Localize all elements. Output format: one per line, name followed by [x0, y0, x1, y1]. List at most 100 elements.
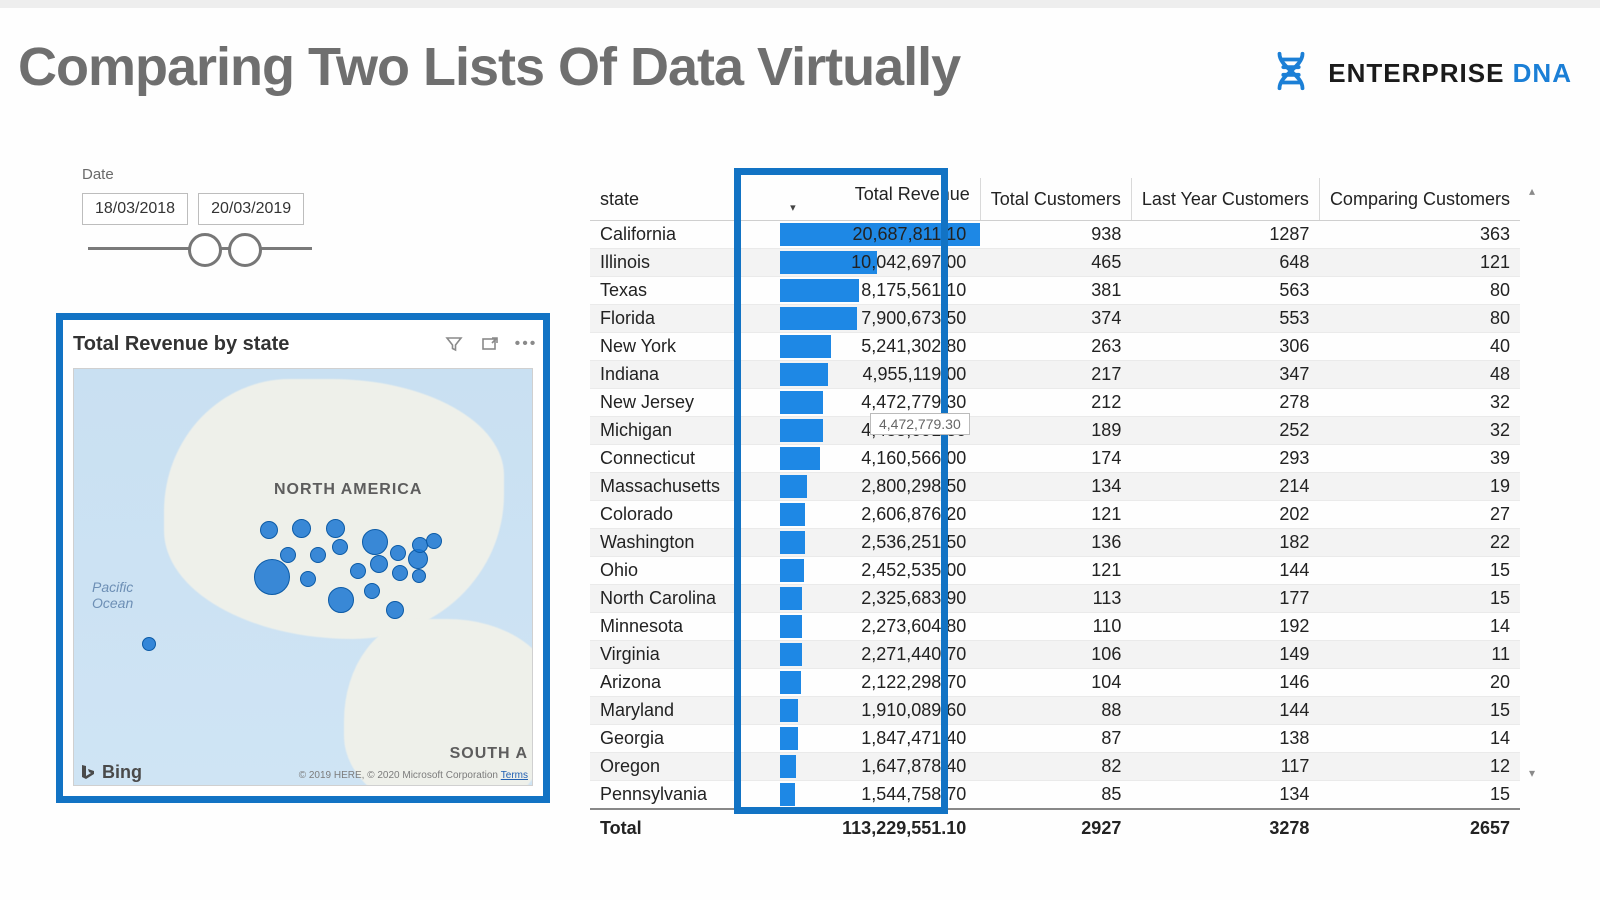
table-row[interactable]: Minnesota2,273,604.8011019214	[590, 613, 1520, 641]
col-header-comparing-customers[interactable]: Comparing Customers	[1319, 178, 1520, 221]
cell-comparing-customers: 80	[1319, 305, 1520, 333]
map-bubble[interactable]	[426, 533, 442, 549]
col-header-state[interactable]: state	[590, 178, 780, 221]
map-bubble[interactable]	[328, 587, 354, 613]
map-bubble[interactable]	[254, 559, 290, 595]
date-start-input[interactable]: 18/03/2018	[82, 193, 188, 225]
more-options-icon[interactable]: •••	[515, 333, 537, 355]
map-bubble[interactable]	[326, 519, 345, 538]
cell-state: Arizona	[590, 669, 780, 697]
cell-revenue: 4,955,119.00	[780, 361, 980, 389]
col-header-total-customers[interactable]: Total Customers	[980, 178, 1131, 221]
cell-comparing-customers: 11	[1319, 641, 1520, 669]
cell-total-customers: 110	[980, 613, 1131, 641]
cell-state: Michigan	[590, 417, 780, 445]
brand-text: ENTERPRISE DNA	[1328, 58, 1572, 89]
table-row[interactable]: Illinois10,042,697.00465648121	[590, 249, 1520, 277]
map-bubble[interactable]	[364, 583, 380, 599]
cell-state: Connecticut	[590, 445, 780, 473]
scroll-down-icon[interactable]: ▾	[1526, 766, 1538, 780]
map-bubble[interactable]	[300, 571, 316, 587]
cell-state: Virginia	[590, 641, 780, 669]
col-header-revenue[interactable]: Total Revenue ▾	[780, 178, 980, 221]
cell-revenue: 2,606,876.20	[780, 501, 980, 529]
map-bubble[interactable]	[350, 563, 366, 579]
slider-handle-end[interactable]	[228, 233, 262, 267]
map-bubble[interactable]	[390, 545, 406, 561]
map-canvas[interactable]: NORTH AMERICA SOUTH A Pacific Ocean	[73, 368, 533, 786]
table-row[interactable]: Texas8,175,561.1038156380	[590, 277, 1520, 305]
table-row[interactable]: Virginia2,271,440.7010614911	[590, 641, 1520, 669]
cell-total-customers: 104	[980, 669, 1131, 697]
cell-last-year-customers: 192	[1131, 613, 1319, 641]
cell-revenue: 10,042,697.00	[780, 249, 980, 277]
table-row[interactable]: Michigan4,435,091.8018925232	[590, 417, 1520, 445]
table-scrollbar[interactable]: ▴ ▾	[1524, 184, 1540, 780]
cell-comparing-customers: 32	[1319, 389, 1520, 417]
map-bubble[interactable]	[142, 637, 156, 651]
cell-state: Massachusetts	[590, 473, 780, 501]
table-row[interactable]: Colorado2,606,876.2012120227	[590, 501, 1520, 529]
slider-handle-start[interactable]	[188, 233, 222, 267]
date-end-input[interactable]: 20/03/2019	[198, 193, 304, 225]
cell-revenue: 2,325,683.90	[780, 585, 980, 613]
filter-icon[interactable]	[443, 333, 465, 355]
cell-comparing-customers: 15	[1319, 585, 1520, 613]
cell-comparing-customers: 14	[1319, 725, 1520, 753]
page-title: Comparing Two Lists Of Data Virtually	[18, 36, 960, 98]
table-row[interactable]: North Carolina2,325,683.9011317715	[590, 585, 1520, 613]
map-provider: Bing	[78, 762, 142, 783]
date-slicer[interactable]: Date 18/03/2018 20/03/2019	[82, 166, 312, 250]
map-visual[interactable]: Total Revenue by state ••• NORTH AMERICA…	[56, 313, 550, 803]
table-row[interactable]: New Jersey4,472,779.3021227832	[590, 389, 1520, 417]
cell-state: Ohio	[590, 557, 780, 585]
table-row[interactable]: Oregon1,647,878.408211712	[590, 753, 1520, 781]
cell-revenue: 1,647,878.40	[780, 753, 980, 781]
cell-last-year-customers: 144	[1131, 557, 1319, 585]
cell-revenue: 4,160,566.00	[780, 445, 980, 473]
table-row[interactable]: Maryland1,910,089.608814415	[590, 697, 1520, 725]
map-bubble[interactable]	[280, 547, 296, 563]
map-bubble[interactable]	[386, 601, 404, 619]
table-row[interactable]: Washington2,536,251.5013618222	[590, 529, 1520, 557]
cell-total-customers: 82	[980, 753, 1131, 781]
map-bubble[interactable]	[392, 565, 408, 581]
scroll-up-icon[interactable]: ▴	[1526, 184, 1538, 198]
cell-last-year-customers: 347	[1131, 361, 1319, 389]
cell-last-year-customers: 252	[1131, 417, 1319, 445]
cell-state: New York	[590, 333, 780, 361]
cell-comparing-customers: 22	[1319, 529, 1520, 557]
table-row[interactable]: Arizona2,122,298.7010414620	[590, 669, 1520, 697]
cell-state: Washington	[590, 529, 780, 557]
table-row[interactable]: Indiana4,955,119.0021734748	[590, 361, 1520, 389]
cell-last-year-customers: 563	[1131, 277, 1319, 305]
table-row[interactable]: Florida7,900,673.5037455380	[590, 305, 1520, 333]
table-row[interactable]: New York5,241,302.8026330640	[590, 333, 1520, 361]
focus-mode-icon[interactable]	[479, 333, 501, 355]
cell-comparing-customers: 14	[1319, 613, 1520, 641]
cell-state: Minnesota	[590, 613, 780, 641]
table-row[interactable]: Connecticut4,160,566.0017429339	[590, 445, 1520, 473]
date-slider-track[interactable]	[88, 247, 312, 250]
cell-comparing-customers: 12	[1319, 753, 1520, 781]
table-row[interactable]: Massachusetts2,800,298.5013421419	[590, 473, 1520, 501]
table-row[interactable]: Georgia1,847,471.408713814	[590, 725, 1520, 753]
map-terms-link[interactable]: Terms	[501, 770, 528, 781]
map-bubble[interactable]	[292, 519, 311, 538]
revenue-table[interactable]: state Total Revenue ▾ Total Customers La…	[590, 178, 1520, 786]
map-bubble[interactable]	[332, 539, 348, 555]
table-row[interactable]: Ohio2,452,535.0012114415	[590, 557, 1520, 585]
map-bubble[interactable]	[370, 555, 388, 573]
cell-last-year-customers: 149	[1131, 641, 1319, 669]
table-row[interactable]: Pennsylvania1,544,758.708513415	[590, 781, 1520, 810]
map-bubble[interactable]	[412, 569, 426, 583]
table-row[interactable]: California20,687,811.109381287363	[590, 221, 1520, 249]
map-bubble[interactable]	[310, 547, 326, 563]
cell-last-year-customers: 648	[1131, 249, 1319, 277]
map-copyright: © 2019 HERE, © 2020 Microsoft Corporatio…	[299, 770, 528, 781]
map-bubble[interactable]	[362, 529, 388, 555]
date-slicer-label: Date	[82, 166, 312, 183]
col-header-last-year-customers[interactable]: Last Year Customers	[1131, 178, 1319, 221]
chart-tooltip: 4,472,779.30	[870, 413, 970, 435]
map-bubble[interactable]	[260, 521, 278, 539]
